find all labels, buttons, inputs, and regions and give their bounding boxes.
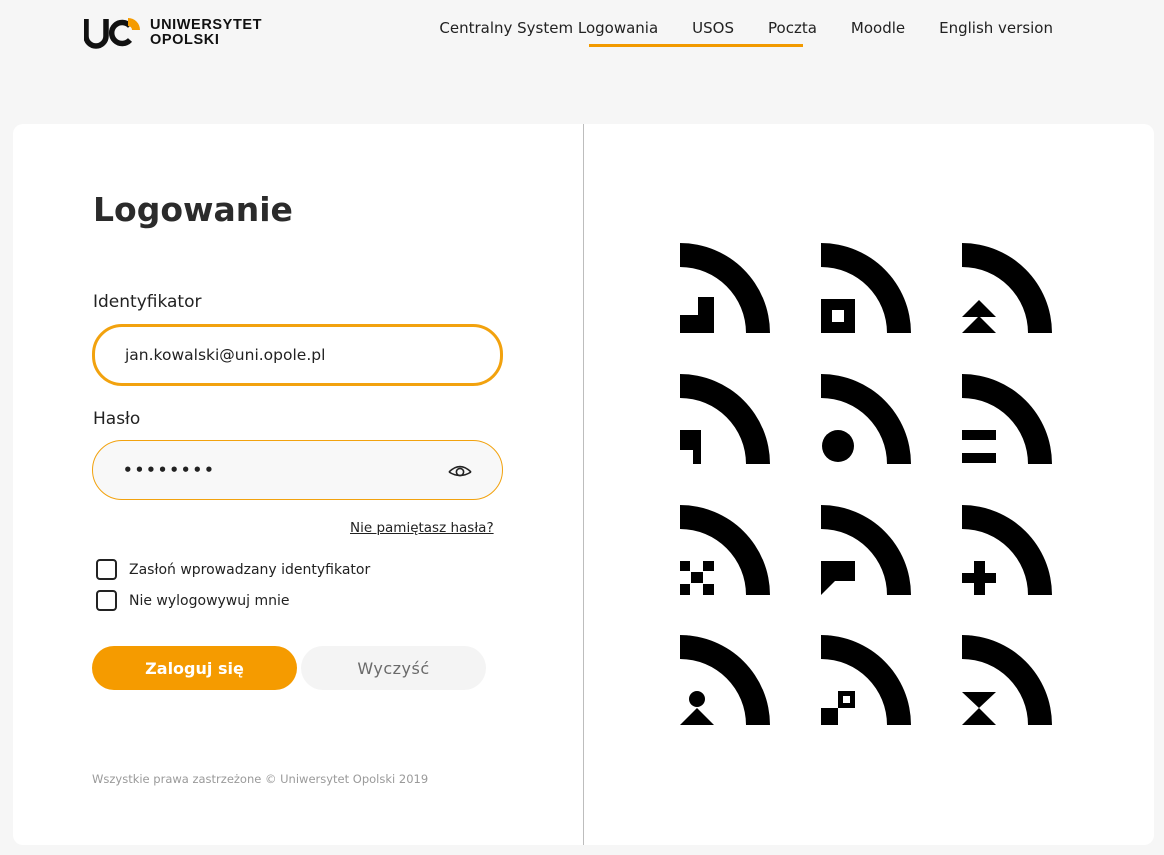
university-logo[interactable]: UNIWERSYTET OPOLSKI bbox=[84, 16, 262, 50]
forgot-password-link[interactable]: Nie pamiętasz hasła? bbox=[350, 520, 494, 536]
identifier-value: jan.kowalski@uni.opole.pl bbox=[125, 346, 326, 364]
decorative-pattern bbox=[680, 243, 1054, 725]
mask-identifier-option[interactable]: Zasłoń wprowadzany identyfikator bbox=[96, 559, 370, 580]
nav-item-csl[interactable]: Centralny System Logowania bbox=[439, 18, 658, 38]
identifier-label: Identyfikator bbox=[93, 292, 202, 312]
password-value: •••••••• bbox=[123, 461, 216, 479]
nav-item-usos[interactable]: USOS bbox=[692, 18, 734, 38]
pattern-hourglass-icon bbox=[962, 635, 1052, 725]
header: UNIWERSYTET OPOLSKI Centralny System Log… bbox=[0, 0, 1164, 80]
uo-logo-mark-icon bbox=[84, 18, 140, 49]
pattern-checker-icon bbox=[680, 505, 770, 595]
pattern-square-hole-icon bbox=[821, 243, 911, 333]
password-label: Hasło bbox=[93, 409, 141, 429]
nav-item-moodle[interactable]: Moodle bbox=[851, 18, 905, 38]
pattern-step-icon bbox=[680, 243, 770, 333]
pattern-circle-icon bbox=[821, 374, 911, 464]
nav-active-underline bbox=[589, 44, 803, 47]
top-navigation: Centralny System Logowania USOS Poczta M… bbox=[405, 18, 1053, 38]
copyright-text: Wszystkie prawa zastrzeżone © Uniwersyte… bbox=[92, 772, 429, 786]
remember-me-checkbox[interactable] bbox=[96, 590, 117, 611]
logo-line-2: OPOLSKI bbox=[150, 32, 220, 48]
mask-identifier-checkbox[interactable] bbox=[96, 559, 117, 580]
pattern-double-chevron-icon bbox=[962, 243, 1052, 333]
pattern-person-icon bbox=[680, 635, 770, 725]
pattern-equals-icon bbox=[962, 374, 1052, 464]
page-title: Logowanie bbox=[93, 190, 293, 229]
remember-me-option[interactable]: Nie wylogowywuj mnie bbox=[96, 590, 289, 611]
login-button[interactable]: Zaloguj się bbox=[92, 646, 297, 690]
remember-me-label: Nie wylogowywuj mnie bbox=[129, 592, 290, 609]
nav-item-poczta[interactable]: Poczta bbox=[768, 18, 817, 38]
identifier-input[interactable]: jan.kowalski@uni.opole.pl bbox=[92, 324, 503, 386]
eye-icon[interactable] bbox=[448, 462, 472, 478]
login-card: Logowanie Identyfikator jan.kowalski@uni… bbox=[13, 124, 1154, 845]
clear-button[interactable]: Wyczyść bbox=[301, 646, 486, 690]
logo-wordmark: UNIWERSYTET OPOLSKI bbox=[150, 18, 262, 48]
mask-identifier-label: Zasłoń wprowadzany identyfikator bbox=[129, 561, 371, 578]
pattern-notch-icon bbox=[680, 374, 770, 464]
pattern-speech-bubble-icon bbox=[821, 505, 911, 595]
pattern-diagonal-squares-icon bbox=[821, 635, 911, 725]
vertical-divider bbox=[583, 124, 584, 845]
pattern-plus-icon bbox=[962, 505, 1052, 595]
nav-item-english[interactable]: English version bbox=[939, 18, 1053, 38]
logo-line-1: UNIWERSYTET bbox=[150, 17, 263, 33]
password-input[interactable]: •••••••• bbox=[92, 440, 503, 500]
